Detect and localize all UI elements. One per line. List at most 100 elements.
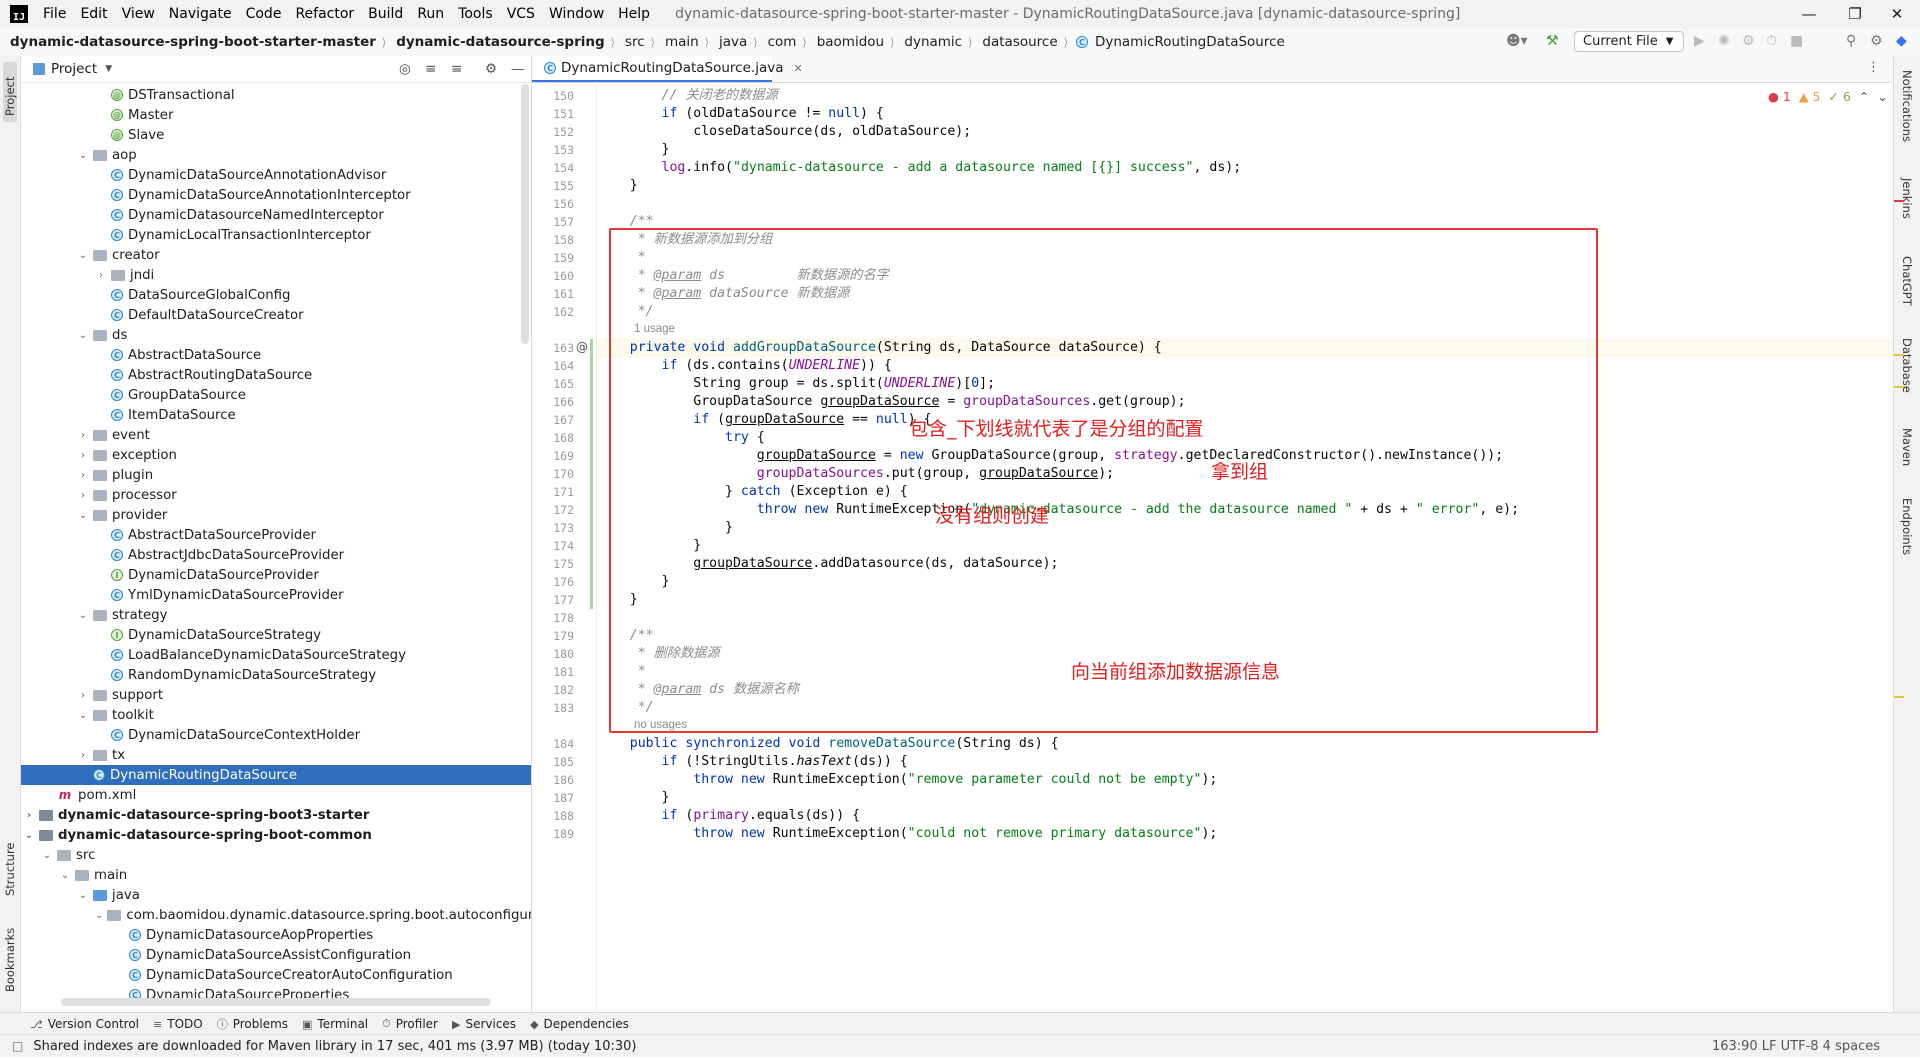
tree-item[interactable]: C DynamicDataSourceAnnotationInterceptor bbox=[21, 185, 531, 205]
settings-gear-icon[interactable]: ⚙ bbox=[1870, 33, 1883, 49]
run-configuration-select[interactable]: Current File ▼ bbox=[1574, 31, 1684, 52]
expand-arrow-icon[interactable]: ⌄ bbox=[59, 870, 71, 881]
line-number[interactable]: 176 bbox=[532, 575, 574, 589]
code-line[interactable]: log.info("dynamic-datasource - add a dat… bbox=[598, 157, 1242, 179]
line-number[interactable]: 173 bbox=[532, 521, 574, 535]
debug-icon[interactable]: ✺ bbox=[1718, 33, 1730, 49]
menu-file[interactable]: File bbox=[36, 6, 73, 22]
collapse-arrow-icon[interactable]: › bbox=[77, 690, 89, 701]
tree-item[interactable]: ⌄ provider bbox=[21, 505, 531, 525]
tree-item[interactable]: › support bbox=[21, 685, 531, 705]
line-number[interactable]: 156 bbox=[532, 197, 574, 211]
breadcrumb-datasource[interactable]: datasource bbox=[972, 34, 1059, 50]
tree-horizontal-scrollbar[interactable] bbox=[61, 998, 491, 1006]
maven-tool-label[interactable]: Maven bbox=[1900, 428, 1914, 466]
tree-item[interactable]: @ Slave bbox=[21, 125, 531, 145]
chevron-up-icon[interactable]: ⌃ bbox=[1859, 89, 1869, 104]
status-message[interactable]: Shared indexes are downloaded for Maven … bbox=[33, 1039, 636, 1054]
menu-help[interactable]: Help bbox=[611, 6, 657, 22]
dependencies-tab[interactable]: ◆ Dependencies bbox=[530, 1017, 629, 1031]
tree-item[interactable]: ⌄ dynamic-datasource-spring-boot-common bbox=[21, 825, 531, 845]
collapse-arrow-icon[interactable]: › bbox=[77, 450, 89, 461]
collapse-all-icon[interactable]: ≡ bbox=[451, 61, 462, 77]
tree-item[interactable]: ⌄ creator bbox=[21, 245, 531, 265]
stop-icon[interactable]: ■ bbox=[1790, 33, 1803, 49]
coverage-icon[interactable]: ⚙ bbox=[1742, 33, 1755, 49]
tree-item[interactable]: C DynamicDataSourceCreatorAutoConfigurati… bbox=[21, 965, 531, 985]
plugin-icon[interactable]: ◆ bbox=[1896, 33, 1907, 49]
tree-item[interactable]: C DynamicDataSourceAnnotationAdvisor bbox=[21, 165, 531, 185]
project-panel-title[interactable]: Project bbox=[51, 61, 97, 77]
close-icon[interactable]: ✕ bbox=[1874, 0, 1920, 28]
user-icon[interactable]: ☻▾ bbox=[1506, 33, 1528, 49]
menu-refactor[interactable]: Refactor bbox=[288, 6, 361, 22]
line-number[interactable]: 178 bbox=[532, 611, 574, 625]
profile-icon[interactable]: ⏱ bbox=[1766, 33, 1777, 49]
tree-item[interactable]: C DynamicDataSourceAssistConfiguration bbox=[21, 945, 531, 965]
collapse-arrow-icon[interactable]: › bbox=[77, 490, 89, 501]
tree-item[interactable]: I DynamicDataSourceProvider bbox=[21, 565, 531, 585]
menu-build[interactable]: Build bbox=[361, 6, 410, 22]
menu-window[interactable]: Window bbox=[542, 6, 611, 22]
line-number[interactable]: 179 bbox=[532, 629, 574, 643]
tree-item[interactable]: @ Master bbox=[21, 105, 531, 125]
warning-stripe-mark[interactable] bbox=[1894, 354, 1904, 356]
line-number[interactable]: 160 bbox=[532, 269, 574, 283]
tree-item[interactable]: C AbstractRoutingDataSource bbox=[21, 365, 531, 385]
expand-arrow-icon[interactable]: ⌄ bbox=[77, 610, 89, 621]
line-number[interactable]: 165 bbox=[532, 377, 574, 391]
menu-code[interactable]: Code bbox=[239, 6, 289, 22]
project-tool-label[interactable]: Project bbox=[3, 77, 17, 116]
line-number[interactable]: 166 bbox=[532, 395, 574, 409]
database-tool-label[interactable]: Database bbox=[1900, 338, 1914, 393]
warning-stripe-mark[interactable] bbox=[1894, 696, 1904, 698]
line-number[interactable]: 180 bbox=[532, 647, 574, 661]
tree-item[interactable]: › exception bbox=[21, 445, 531, 465]
breadcrumb-baomidou[interactable]: baomidou bbox=[807, 34, 886, 50]
chevron-down-icon[interactable]: ▼ bbox=[105, 64, 112, 74]
bookmarks-tool-label[interactable]: Bookmarks bbox=[3, 928, 17, 992]
intellij-logo-icon[interactable]: IJ bbox=[10, 5, 28, 23]
terminal-tab[interactable]: ▣ Terminal bbox=[302, 1017, 368, 1031]
line-number[interactable]: 186 bbox=[532, 773, 574, 787]
tree-item[interactable]: C AbstractDataSource bbox=[21, 345, 531, 365]
line-number[interactable]: 174 bbox=[532, 539, 574, 553]
line-number[interactable]: 182 bbox=[532, 683, 574, 697]
expand-arrow-icon[interactable]: ⌄ bbox=[77, 330, 89, 341]
collapse-arrow-icon[interactable]: › bbox=[23, 810, 35, 821]
tree-item[interactable]: ⌄ main bbox=[21, 865, 531, 885]
locate-icon[interactable]: ◎ bbox=[399, 61, 411, 77]
line-number[interactable]: 171 bbox=[532, 485, 574, 499]
expand-arrow-icon[interactable]: ⌄ bbox=[77, 890, 89, 901]
restore-icon[interactable]: ❐ bbox=[1832, 0, 1878, 28]
breadcrumb-com[interactable]: com bbox=[758, 34, 799, 50]
tree-item[interactable]: › plugin bbox=[21, 465, 531, 485]
breadcrumb-module[interactable]: dynamic-datasource-spring bbox=[386, 34, 606, 50]
expand-arrow-icon[interactable]: ⌄ bbox=[77, 150, 89, 161]
tree-item[interactable]: › jndi bbox=[21, 265, 531, 285]
line-number[interactable]: 185 bbox=[532, 755, 574, 769]
line-number[interactable]: 153 bbox=[532, 143, 574, 157]
line-number[interactable]: 169 bbox=[532, 449, 574, 463]
tree-item[interactable]: C DynamicDatasourceAopProperties bbox=[21, 925, 531, 945]
collapse-arrow-icon[interactable]: › bbox=[77, 750, 89, 761]
tree-item[interactable]: C AbstractJdbcDataSourceProvider bbox=[21, 545, 531, 565]
status-window-icon[interactable]: □ bbox=[12, 1039, 23, 1053]
more-tabs-icon[interactable]: ⋮ bbox=[1867, 60, 1880, 75]
todo-tab[interactable]: ≡ TODO bbox=[153, 1017, 203, 1031]
status-position-info[interactable]: 163:90 LF UTF-8 4 spaces bbox=[1712, 1039, 1880, 1054]
line-number[interactable]: 177 bbox=[532, 593, 574, 607]
line-number[interactable]: 155 bbox=[532, 179, 574, 193]
override-marker-icon[interactable]: @ bbox=[576, 340, 588, 354]
menu-run[interactable]: Run bbox=[410, 6, 451, 22]
profiler-tab[interactable]: ⏱ Profiler bbox=[382, 1017, 438, 1031]
build-hammer-icon[interactable]: ⚒ bbox=[1546, 33, 1559, 49]
line-number[interactable]: 164 bbox=[532, 359, 574, 373]
tree-item[interactable]: m pom.xml bbox=[21, 785, 531, 805]
minimize-icon[interactable]: — bbox=[1786, 0, 1832, 28]
tree-item[interactable]: C DynamicDatasourceNamedInterceptor bbox=[21, 205, 531, 225]
tree-item-selected[interactable]: C DynamicRoutingDataSource bbox=[21, 765, 531, 785]
line-number[interactable]: 152 bbox=[532, 125, 574, 139]
line-number[interactable]: 170 bbox=[532, 467, 574, 481]
line-number[interactable]: 163 bbox=[532, 341, 574, 355]
